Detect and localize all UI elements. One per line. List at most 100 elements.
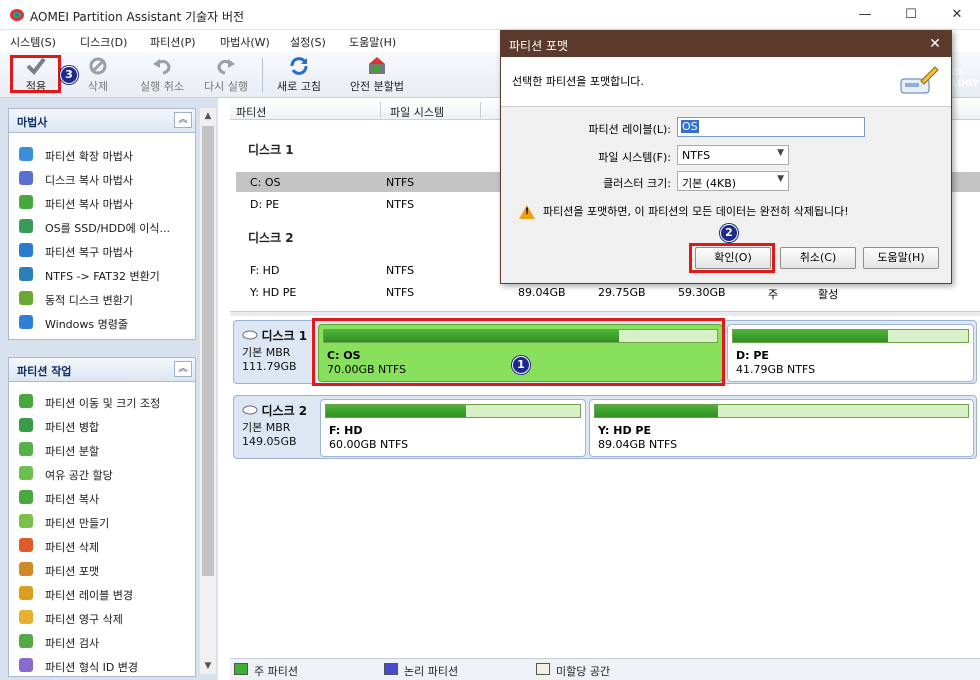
column-divider [380,102,381,118]
partition-row[interactable]: Y: HD PE NTFS 89.04GB 29.75GB 59.30GB 주 … [236,282,980,302]
minimize-button[interactable]: — [842,0,888,30]
safe-split-button[interactable]: 안전 분할법 [344,54,410,96]
warning-text: 파티션을 포맷하면, 이 파티션의 모든 데이터는 완전히 삭제됩니다! [543,205,849,218]
disk-map-name: 디스크 2 [261,404,308,418]
dialog-title: 파티션 포맷 [509,39,569,53]
disk-icon [242,405,258,415]
partition-block-label: Y: HD PE [598,424,651,437]
menu-disk[interactable]: 디스크(D) [80,34,127,50]
usage-bar [594,404,969,418]
disk-copy-icon [19,171,33,185]
migrate-os-icon [19,219,33,233]
row-used: 29.75GB [598,286,646,299]
label-caption: 파티션 레이블(L): [588,123,671,136]
partition-block-label: D: PE [736,349,769,362]
wipe-icon [19,610,33,624]
collapse-icon[interactable]: ︽ [174,112,192,128]
scroll-thumb[interactable] [202,126,214,576]
partition-copy-icon [19,195,33,209]
row-name: C: OS [250,176,281,189]
split-icon [19,442,33,456]
partition-label-input[interactable]: OS [677,117,865,137]
partition-label-value: OS [681,120,699,133]
disk-map-name: 디스크 1 [261,329,308,343]
copy-partition-icon [19,490,33,504]
filesystem-value: NTFS [682,149,711,162]
column-divider [480,102,481,118]
filesystem-select[interactable]: NTFS ▼ [677,145,789,165]
disk2-title: 디스크 2 [248,231,294,245]
resize-icon [19,394,33,408]
usage-fill [326,405,466,417]
cluster-caption: 클러스터 크기: [603,177,671,190]
refresh-icon [290,57,308,75]
menu-partition[interactable]: 파티션(P) [150,34,196,50]
delete-button[interactable]: 삭제 [76,54,120,96]
row-name: D: PE [250,198,280,211]
check-partition-icon [19,634,33,648]
legend-logical: 논리 파티션 [404,665,459,678]
wizard-panel-title: 마법사 [17,116,48,129]
delete-label: 삭제 [87,80,109,93]
cluster-size-select[interactable]: 기본 (4KB) ▼ [677,171,789,191]
filesystem-caption: 파일 시스템(F): [598,151,671,164]
menu-system[interactable]: 시스템(S) [10,34,56,50]
undo-button[interactable]: 실행 취소 [134,54,190,96]
dialog-title-bar: 파티션 포맷 ✕ [501,31,951,57]
disk-map-size: 111.79GB [242,360,297,373]
undo-icon [153,59,171,75]
dialog-banner: 선택한 파티션을 포맷합니다. [501,57,951,107]
logo-text-1: EI [952,68,962,78]
partition-ops-panel: 파티션 작업 ︽ 파티션 이동 및 크기 조정 파티션 병합 파티션 분할 여유… [8,357,196,677]
delete-partition-icon [19,538,33,552]
dialog-close-icon[interactable]: ✕ [925,34,945,54]
allocate-space-icon [19,466,33,480]
scroll-up-icon[interactable]: ▲ [200,108,216,124]
format-partition-icon [19,562,33,576]
row-capacity: 89.04GB [518,286,566,299]
step-badge-3: 3 [60,66,78,84]
row-name: Y: HD PE [250,286,297,299]
partition-block[interactable]: F: HD 60.00GB NTFS [320,399,586,457]
windows-icon [19,315,33,329]
partition-block[interactable]: D: PE 41.79GB NTFS [727,324,974,382]
collapse-icon[interactable]: ︽ [174,361,192,377]
partition-block[interactable]: Y: HD PE 89.04GB NTFS [589,399,974,457]
disk-map-label: 디스크 2 기본 MBR 149.05GB [242,402,318,448]
usage-fill [595,405,719,417]
ntfs-fat32-icon [19,267,33,281]
wizard-panel: 마법사 ︽ 파티션 확장 마법사 디스크 복사 마법사 파티션 복사 마법사 O… [8,108,196,340]
refresh-button[interactable]: 새로 고침 [272,54,326,96]
disk-map-type: 기본 MBR [242,346,291,359]
dynamic-disk-icon [19,291,33,305]
close-button[interactable]: ✕ [934,0,980,30]
menu-help[interactable]: 도움말(H) [349,34,396,50]
ok-highlight-box [689,243,775,273]
partition-block-info: 60.00GB NTFS [329,438,409,451]
disk-map-row[interactable]: 디스크 2 기본 MBR 149.05GB F: HD 60.00GB NTFS… [233,395,977,459]
col-partition[interactable]: 파티션 [236,104,266,120]
maximize-button[interactable]: ☐ [888,0,934,30]
left-panel-scrollbar[interactable]: ▲ ▼ [200,108,216,674]
primary-swatch [234,663,248,675]
menu-wizard[interactable]: 마법사(W) [220,34,270,50]
legend-primary: 주 파티션 [254,665,298,678]
extend-partition-icon [19,147,33,161]
warning-icon [519,205,535,219]
undo-label: 실행 취소 [140,80,184,93]
type-id-icon [19,658,33,672]
legend-unallocated: 미할당 공간 [556,665,611,678]
scroll-down-icon[interactable]: ▼ [200,658,216,674]
row-type: 주 [768,288,779,301]
col-filesystem[interactable]: 파일 시스템 [390,104,444,120]
logo-text-2: LOGY [952,79,979,89]
label-icon [19,586,33,600]
help-button[interactable]: 도움말(H) [863,247,939,269]
menu-settings[interactable]: 설정(S) [290,34,326,50]
disk1-title: 디스크 1 [248,143,294,157]
chevron-down-icon: ▼ [777,174,784,184]
redo-button[interactable]: 다시 실행 [198,54,254,96]
cancel-button[interactable]: 취소(C) [780,247,856,269]
partition-block-info: 89.04GB NTFS [598,438,678,451]
wizard-panel-header: 마법사 ︽ [9,109,195,133]
